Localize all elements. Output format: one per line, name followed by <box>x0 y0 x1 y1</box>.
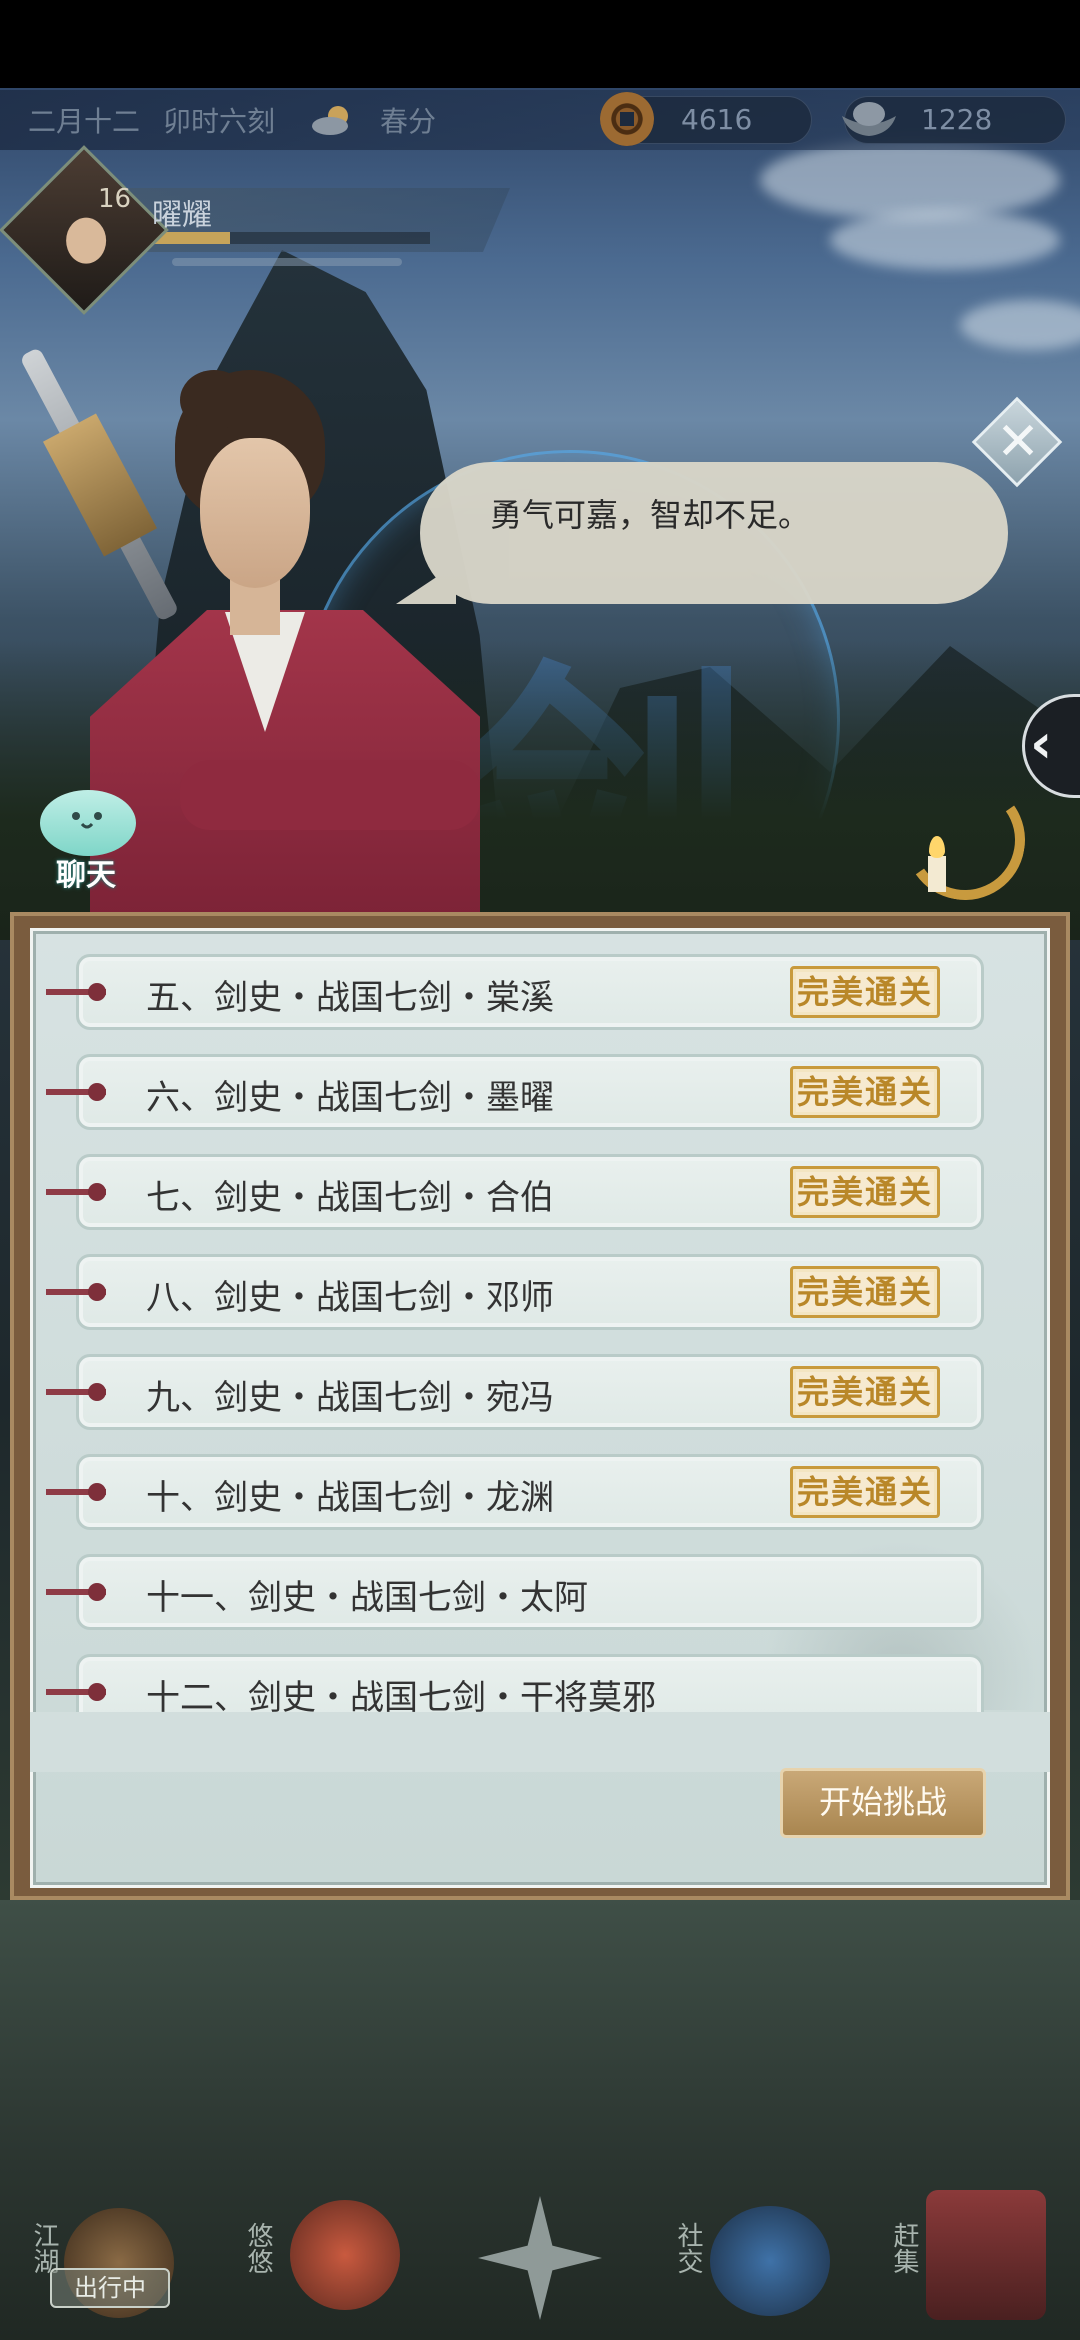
stage-item[interactable] <box>76 954 984 1030</box>
npc-hair-bun <box>180 370 248 430</box>
chat-label[interactable]: 聊天 <box>56 850 116 894</box>
copper-coin-icon <box>600 92 654 146</box>
status-bar <box>0 0 1080 88</box>
wave-icon[interactable] <box>710 2206 830 2316</box>
stage-item[interactable] <box>76 1454 984 1530</box>
npc-face <box>200 438 310 588</box>
close-icon: ✕ <box>996 412 1040 472</box>
nav-market-label[interactable]: 赶集 <box>886 2222 923 2274</box>
stage-item[interactable] <box>76 1554 984 1630</box>
player-name: 曜耀 <box>152 198 212 233</box>
traveling-badge: 出行中 <box>50 2268 170 2308</box>
nav-youyou-label[interactable]: 悠悠 <box>240 2222 277 2274</box>
time-of-day: 卯时六刻 <box>163 105 276 138</box>
candle <box>928 856 946 892</box>
partly-cloudy-icon <box>312 106 348 135</box>
list-fade <box>30 1712 1050 1772</box>
player-level: 16 <box>98 184 132 214</box>
silver-ingot-value: 1228 <box>921 103 993 136</box>
crane-icon[interactable] <box>290 2200 400 2310</box>
nav-social-label[interactable]: 社交 <box>670 2222 707 2274</box>
silver-ingot-icon <box>842 102 896 136</box>
chat-face-icon <box>72 812 102 829</box>
market-basket-icon[interactable] <box>926 2190 1046 2320</box>
cloud <box>830 210 1060 270</box>
chevron-left-icon: ‹ <box>1030 712 1053 775</box>
copper-coin-value: 4616 <box>681 103 753 136</box>
cloud <box>760 140 1060 220</box>
solar-term: 春分 <box>380 105 437 138</box>
nav-jianghu-label[interactable]: 江湖 <box>26 2222 63 2274</box>
stage-item[interactable] <box>76 1354 984 1430</box>
stamina-bar <box>172 258 402 266</box>
stage-item[interactable] <box>76 1054 984 1130</box>
stage-item[interactable] <box>76 1154 984 1230</box>
avatar-face <box>66 217 107 264</box>
speech-text: 勇气可嘉，智却不足。 <box>490 496 811 534</box>
npc-arms <box>180 760 480 830</box>
calendar-date: 二月十二 <box>28 105 141 138</box>
cloud <box>960 300 1080 350</box>
start-challenge-button[interactable]: 开始挑战 <box>780 1768 986 1838</box>
stage-item[interactable] <box>76 1254 984 1330</box>
